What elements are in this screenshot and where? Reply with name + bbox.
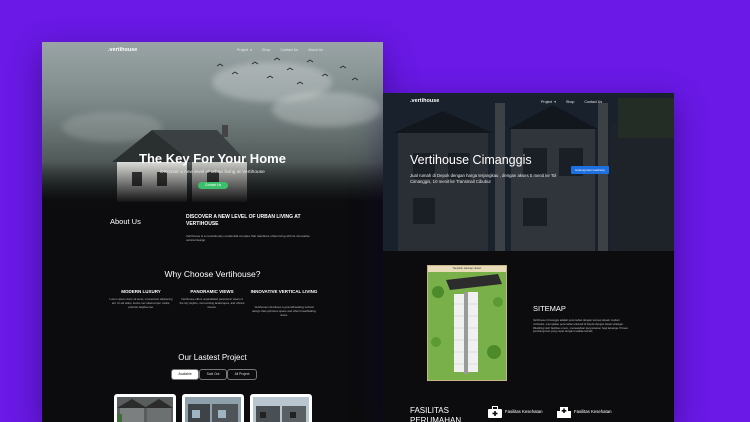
sitemap-body: Vertihouse Cimanggis adalah perumahan de… xyxy=(533,319,628,334)
nav-links: Project ▾ Shop Contact Us xyxy=(541,100,602,104)
hero-section: .vertihouse Project ▾ Shop Contact Us Ve… xyxy=(383,93,674,251)
nav-contact[interactable]: Contact Us xyxy=(280,48,298,52)
feature-title: PANORAMIC VIEWS xyxy=(190,289,234,294)
feature-body: Lorem ipsum dolor sit amet, consectetur … xyxy=(109,297,173,309)
siteplan-map xyxy=(428,272,506,380)
tab-all-project[interactable]: All Project xyxy=(227,369,257,380)
nav-shop[interactable]: Shop xyxy=(566,100,574,104)
hero-buildings-image xyxy=(383,93,674,251)
nav-links: Project ▾ Shop Contact Us About Us xyxy=(237,48,323,52)
homepage-mockup: .vertihouse Project ▾ Shop Contact Us Ab… xyxy=(42,42,383,422)
project-image xyxy=(253,397,309,422)
contact-button[interactable]: Contact Us xyxy=(198,182,228,189)
chevron-down-icon: ▾ xyxy=(554,100,556,104)
projects-heading: Our Lastest Project xyxy=(178,353,247,362)
project-card[interactable] xyxy=(182,394,244,422)
birds-graphic xyxy=(216,57,359,85)
hero-title: The Key For Your Home xyxy=(139,151,286,166)
hospital-icon xyxy=(557,407,571,418)
why-heading: Why Choose Vertihouse? xyxy=(164,269,261,279)
feature-body: Vertihouse offers unparalleled panoramic… xyxy=(179,297,245,309)
project-detail-mockup: .vertihouse Project ▾ Shop Contact Us Ve… xyxy=(383,93,674,422)
feature-title: MODERN LUXURY xyxy=(121,289,161,294)
feature-body: Vertihouse introduces a groundbreaking v… xyxy=(252,305,316,317)
briefcase-medical-icon xyxy=(488,406,502,418)
about-title: DISCOVER A NEW LEVEL OF URBAN LIVING AT … xyxy=(186,214,301,227)
nav-project[interactable]: Project xyxy=(237,48,248,52)
logo[interactable]: .vertihouse xyxy=(410,98,439,104)
facility-label: Fasilitas Kesehatan xyxy=(574,409,612,414)
hero-title: Vertihouse Cimanggis xyxy=(410,153,532,167)
about-heading: About Us xyxy=(110,217,141,226)
project-image xyxy=(117,397,173,422)
about-body: Vertihouse is a revolutionary residentia… xyxy=(186,234,310,242)
nav-shop[interactable]: Shop xyxy=(262,48,270,52)
sitemap-heading: SITEMAP xyxy=(533,304,566,313)
project-image xyxy=(185,397,241,422)
top-nav: .vertihouse Project ▾ Shop Contact Us Ab… xyxy=(42,46,383,58)
project-card[interactable] xyxy=(114,394,176,422)
project-card[interactable] xyxy=(250,394,312,422)
hero-subtitle: Jual rumah di Depok dengan harga terjang… xyxy=(410,173,557,184)
hero-section: .vertihouse Project ▾ Shop Contact Us Ab… xyxy=(42,42,383,202)
nav-about[interactable]: About Us xyxy=(308,48,323,52)
chevron-down-icon: ▾ xyxy=(250,48,252,52)
tab-available[interactable]: Available xyxy=(171,369,199,380)
contact-now-button[interactable]: Hubungi kami sekarang xyxy=(571,166,609,174)
facility-label: Fasilitas Kesehatan xyxy=(505,409,543,414)
logo[interactable]: .vertihouse xyxy=(108,47,137,53)
feature-title: INNOVATIVE VERTICAL LIVING xyxy=(250,289,318,294)
nav-project[interactable]: Project xyxy=(541,100,552,104)
facilities-heading: FASILITAS PERUMAHAN xyxy=(410,406,462,422)
hero-subtitle: Discover a new level of urban living at … xyxy=(160,170,265,175)
siteplan-image: Tampilan sitemap cluster xyxy=(427,265,507,381)
nav-contact[interactable]: Contact Us xyxy=(584,100,602,104)
tab-sold-out[interactable]: Sold Out xyxy=(199,369,227,380)
